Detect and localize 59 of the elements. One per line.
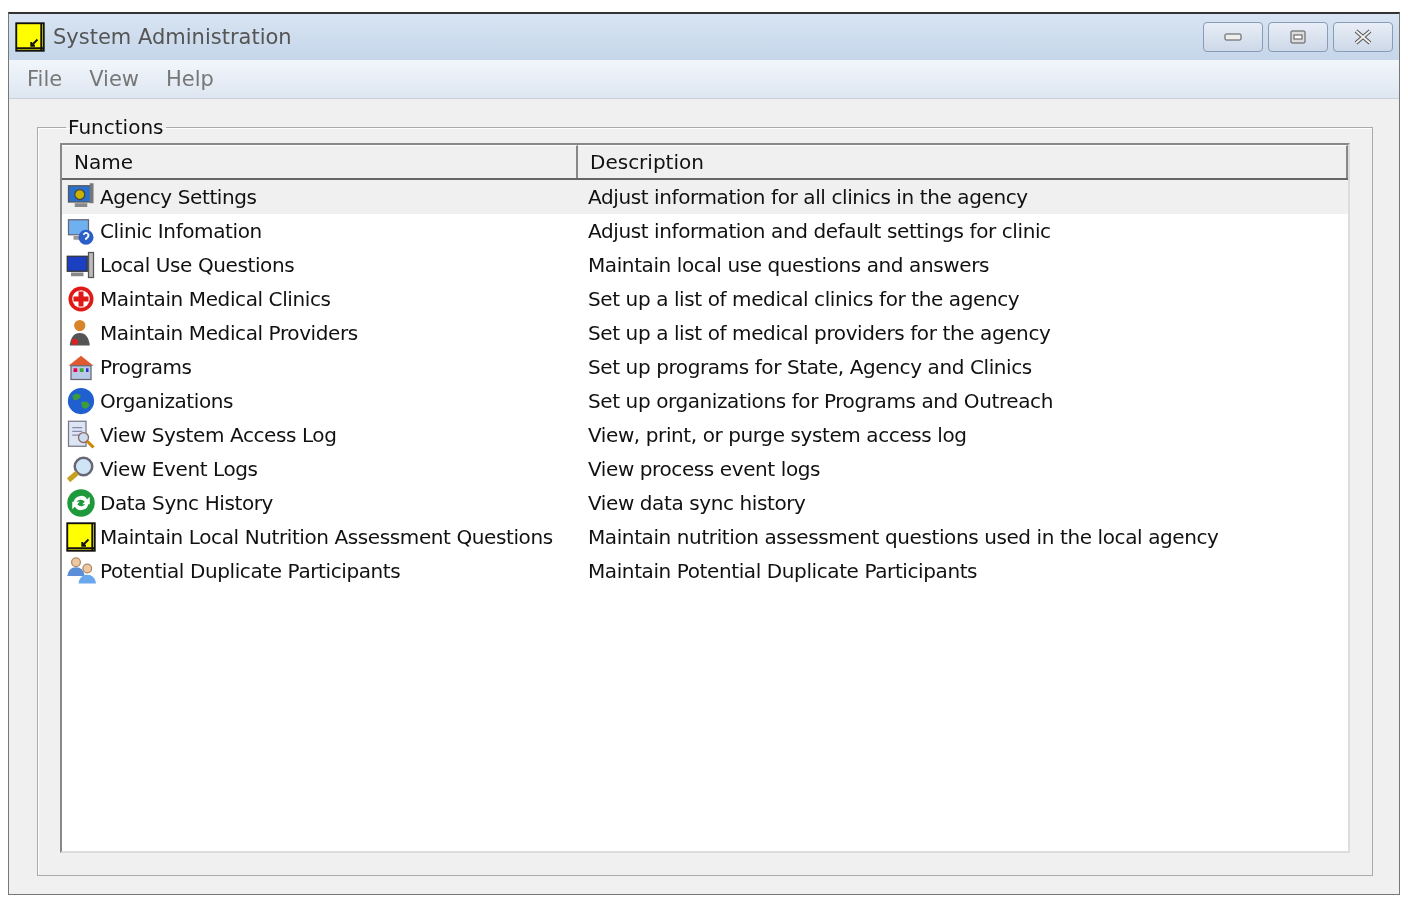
function-description: Maintain Potential Duplicate Participants	[588, 559, 978, 583]
function-description: Maintain nutrition assessment questions used in the local agency	[588, 525, 1219, 549]
function-description: Set up organizations for Programs and Outreach	[588, 389, 1053, 413]
list-row[interactable]: Maintain Medical Clinics Set up a list of medical clinics for the agency	[62, 282, 1348, 316]
function-name: Agency Settings	[100, 185, 257, 209]
list-row[interactable]: Maintain Local Nutrition Assessment Questions Maintain nutrition assessment questions used in the local agency	[62, 520, 1348, 554]
function-description: Set up a list of medical clinics for the agency	[588, 287, 1020, 311]
function-name: Potential Duplicate Participants	[100, 559, 401, 583]
function-name: Maintain Local Nutrition Assessment Questions	[100, 525, 553, 549]
restore-icon	[1290, 30, 1306, 44]
monitor-help-icon	[66, 216, 96, 246]
minimize-button[interactable]	[1203, 22, 1263, 52]
function-description: Set up programs for State, Agency and Clinics	[588, 355, 1032, 379]
function-description: View process event logs	[588, 457, 821, 481]
people-icon	[66, 556, 96, 586]
group-title: Functions	[67, 115, 165, 139]
minimize-icon	[1224, 32, 1242, 42]
function-name: View System Access Log	[100, 423, 337, 447]
function-description: Set up a list of medical providers for the agency	[588, 321, 1051, 345]
function-name: Organizations	[100, 389, 234, 413]
list-row[interactable]: Programs Set up programs for State, Agency and Clinics	[62, 350, 1348, 384]
function-name: Programs	[100, 355, 192, 379]
list-row[interactable]: Agency Settings Adjust information for all clinics in the agency	[62, 180, 1348, 214]
list-row[interactable]: View Event Logs View process event logs	[62, 452, 1348, 486]
globe-icon	[66, 386, 96, 416]
monitor-icon	[66, 250, 96, 280]
restore-button[interactable]	[1268, 22, 1328, 52]
document-magnifier-icon	[66, 420, 96, 450]
list-row[interactable]: Clinic Infomation Adjust information and default settings for clinic	[62, 214, 1348, 248]
close-icon	[1353, 29, 1373, 45]
note-icon	[66, 522, 96, 552]
list-row[interactable]: View System Access Log View, print, or purge system access log	[62, 418, 1348, 452]
note-icon	[15, 22, 45, 52]
function-name: Maintain Medical Clinics	[100, 287, 331, 311]
magnifier-icon	[66, 454, 96, 484]
column-header[interactable]: Description	[578, 145, 1348, 178]
list-row[interactable]: Potential Duplicate Participants Maintain Potential Duplicate Participants	[62, 554, 1348, 588]
sync-icon	[66, 488, 96, 518]
function-name: Clinic Infomation	[100, 219, 262, 243]
function-name: Data Sync History	[100, 491, 274, 515]
function-description: View, print, or purge system access log	[588, 423, 967, 447]
function-description: Adjust information and default settings for clinic	[588, 219, 1051, 243]
menu-item[interactable]: File	[27, 67, 63, 91]
function-description: Maintain local use questions and answers	[588, 253, 989, 277]
menu-item[interactable]: Help	[166, 67, 214, 91]
list-row[interactable]: Maintain Medical Providers Set up a list of medical providers for the agency	[62, 316, 1348, 350]
medical-cross-icon	[66, 284, 96, 314]
function-name: View Event Logs	[100, 457, 258, 481]
list-row[interactable]: Local Use Questions Maintain local use questions and answers	[62, 248, 1348, 282]
list-row[interactable]: Data Sync History View data sync history	[62, 486, 1348, 520]
close-button[interactable]	[1333, 22, 1393, 52]
window-title: System Administration	[53, 25, 293, 49]
function-description: View data sync history	[588, 491, 806, 515]
menu-item[interactable]: View	[89, 67, 139, 91]
column-header[interactable]: Name	[62, 145, 578, 178]
function-name: Maintain Medical Providers	[100, 321, 358, 345]
function-name: Local Use Questions	[100, 253, 295, 277]
function-description: Adjust information for all clinics in the agency	[588, 185, 1028, 209]
list-row[interactable]: Organizations Set up organizations for Programs and Outreach	[62, 384, 1348, 418]
